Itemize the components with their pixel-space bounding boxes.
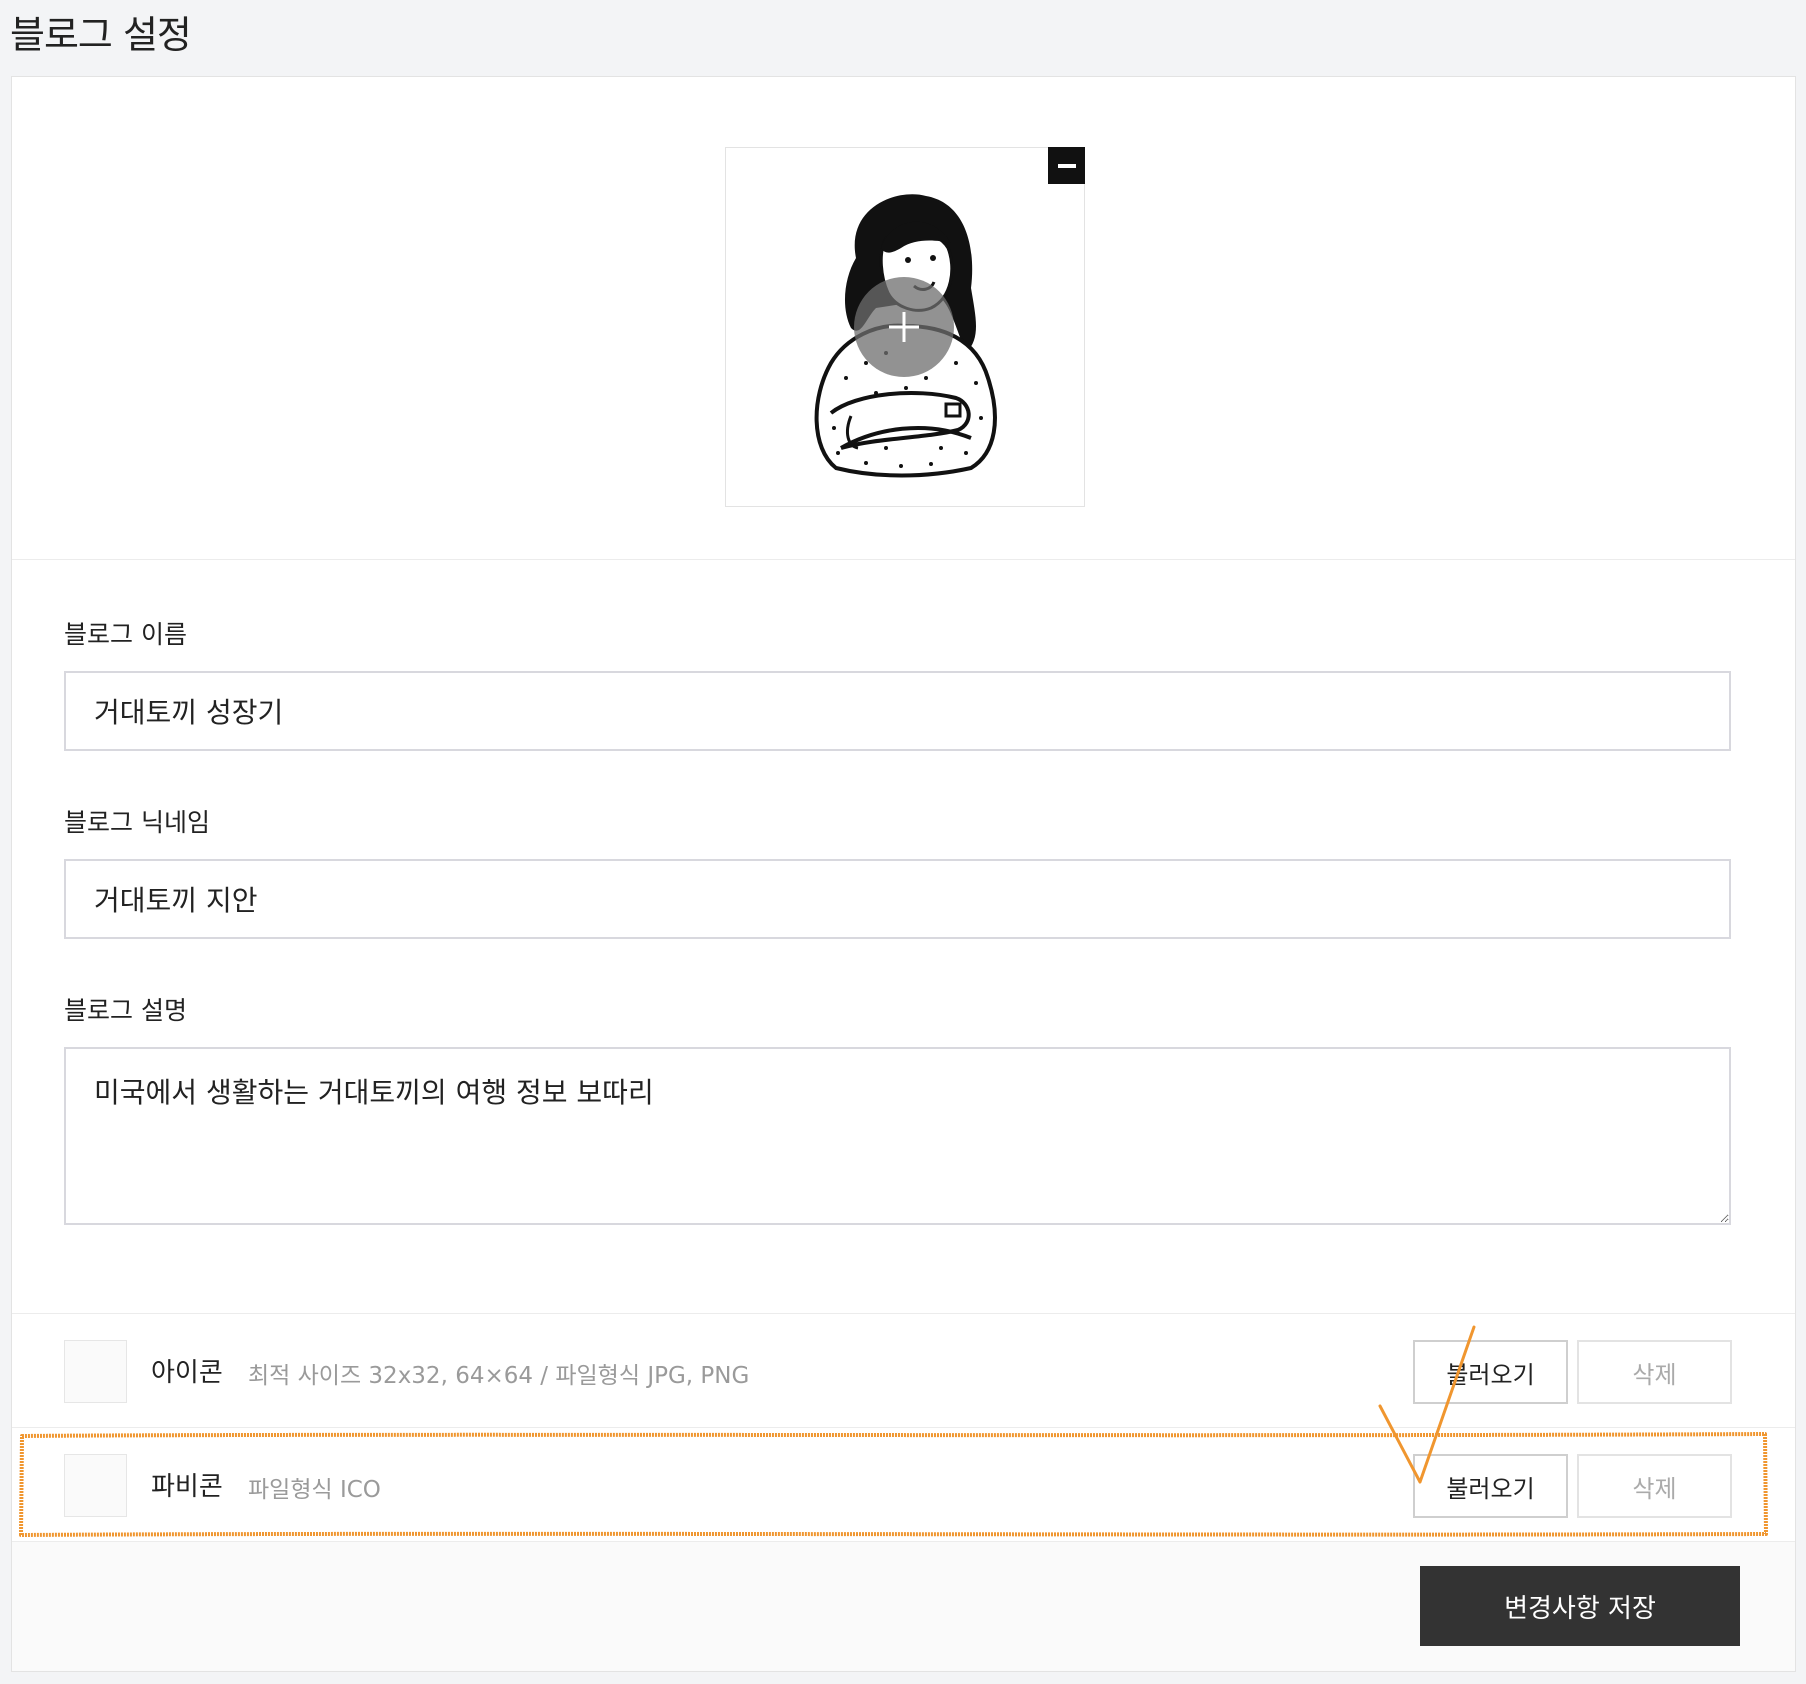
- save-changes-button[interactable]: 변경사항 저장: [1420, 1566, 1740, 1646]
- icon-description: 최적 사이즈 32x32, 64×64 / 파일형식 JPG, PNG: [248, 1363, 750, 1389]
- favicon-upload-row: 파비콘 파일형식 ICO 불러오기 삭제: [12, 1427, 1795, 1541]
- favicon-load-button[interactable]: 불러오기: [1413, 1454, 1568, 1518]
- settings-footer: 변경사항 저장: [12, 1541, 1795, 1671]
- icon-label: 아이콘: [151, 1358, 223, 1388]
- plus-icon: [889, 312, 919, 342]
- icon-delete-button[interactable]: 삭제: [1577, 1340, 1732, 1404]
- icon-upload-row: 아이콘 최적 사이즈 32x32, 64×64 / 파일형식 JPG, PNG …: [12, 1313, 1795, 1427]
- profile-image[interactable]: [725, 147, 1085, 507]
- settings-panel: 블로그 이름 블로그 닉네임 블로그 설명 미국에서 생활하는 거대토끼의 여행…: [11, 76, 1796, 1672]
- icon-load-button[interactable]: 불러오기: [1413, 1340, 1568, 1404]
- remove-image-button[interactable]: [1048, 147, 1085, 184]
- add-image-button[interactable]: [854, 277, 954, 377]
- minus-icon: [1057, 163, 1076, 168]
- page-title: 블로그 설정: [10, 13, 192, 57]
- favicon-description: 파일형식 ICO: [248, 1477, 381, 1503]
- blog-nickname-input[interactable]: [64, 859, 1731, 939]
- favicon-delete-button[interactable]: 삭제: [1577, 1454, 1732, 1518]
- blog-name-label: 블로그 이름: [64, 620, 187, 649]
- blog-description-textarea[interactable]: 미국에서 생활하는 거대토끼의 여행 정보 보따리: [64, 1047, 1731, 1225]
- blog-nickname-label: 블로그 닉네임: [64, 808, 210, 837]
- favicon-thumbnail: [64, 1454, 127, 1517]
- blog-description-label: 블로그 설명: [64, 996, 187, 1025]
- blog-name-input[interactable]: [64, 671, 1731, 751]
- favicon-label: 파비콘: [151, 1472, 223, 1502]
- icon-thumbnail: [64, 1340, 127, 1403]
- profile-image-section: [12, 77, 1795, 560]
